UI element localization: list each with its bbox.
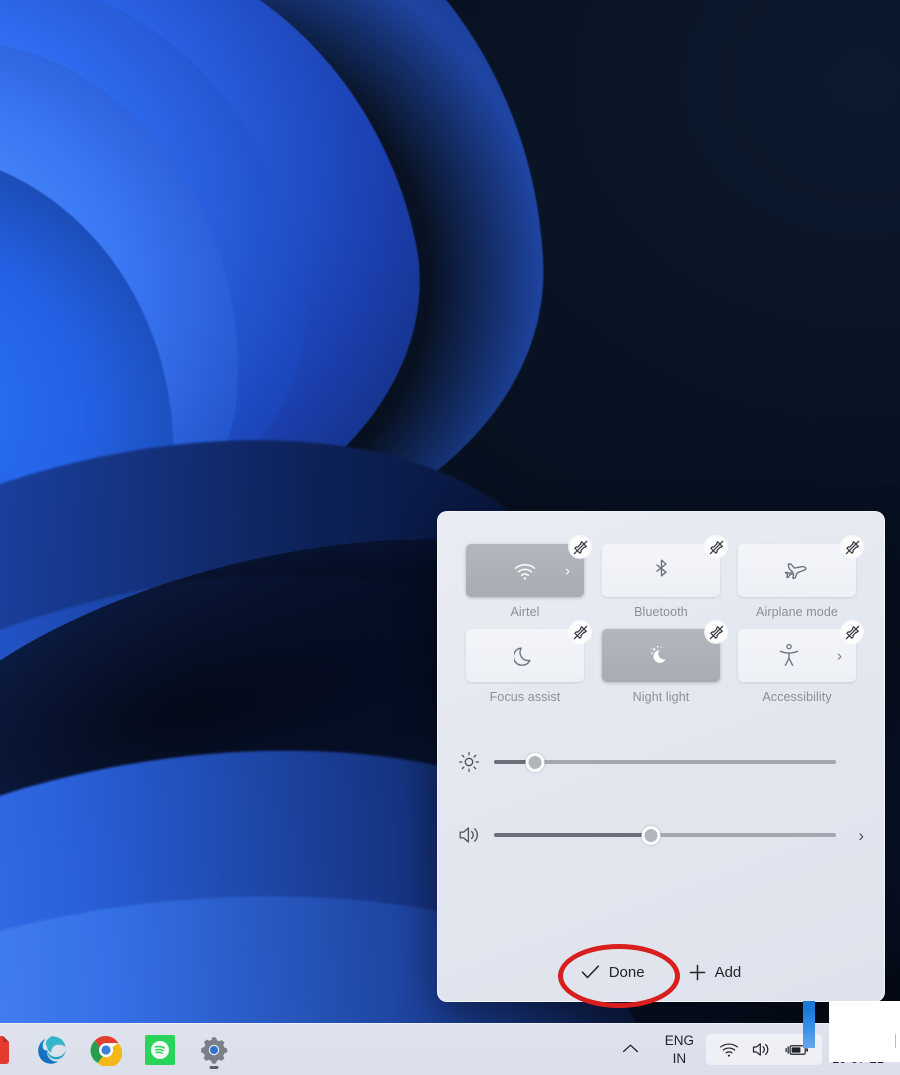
unpin-icon[interactable] bbox=[704, 535, 728, 559]
quick-tile-focus-assist: Focus assist bbox=[458, 620, 592, 704]
brightness-icon bbox=[458, 751, 494, 773]
moon-icon bbox=[514, 644, 536, 668]
volume-icon bbox=[752, 1041, 772, 1058]
airplane-icon bbox=[784, 559, 810, 583]
check-icon bbox=[581, 964, 600, 980]
accessibility-tile-button[interactable]: › bbox=[738, 620, 864, 682]
add-label: Add bbox=[714, 963, 742, 981]
wifi-icon bbox=[513, 561, 537, 581]
wifi-tile-button[interactable]: › bbox=[466, 535, 592, 597]
unpin-icon[interactable] bbox=[704, 620, 728, 644]
accessibility-chevron-icon[interactable]: › bbox=[837, 648, 842, 663]
bluetooth-tile-button[interactable] bbox=[602, 535, 728, 597]
bluetooth-tile-label: Bluetooth bbox=[634, 605, 688, 619]
accessibility-tile-label: Accessibility bbox=[762, 690, 832, 704]
wifi-tile-label: Airtel bbox=[510, 605, 540, 619]
plus-icon bbox=[689, 964, 706, 981]
quick-tile-accessibility: › Accessibility bbox=[730, 620, 864, 704]
airplane-tile-button[interactable] bbox=[738, 535, 864, 597]
language-line-2: IN bbox=[672, 1050, 687, 1066]
unpin-icon[interactable] bbox=[840, 620, 864, 644]
done-label: Done bbox=[608, 963, 645, 981]
quick-settings-tile-grid: › Airtel Bluetooth Airplane mode Focus a… bbox=[438, 512, 884, 704]
language-indicator[interactable]: ENG IN bbox=[653, 1032, 706, 1067]
quick-tile-night-light: Night light bbox=[594, 620, 728, 704]
settings-gear-icon[interactable] bbox=[192, 1028, 236, 1072]
focus-assist-tile-label: Focus assist bbox=[489, 690, 561, 704]
quick-settings-panel: › Airtel Bluetooth Airplane mode Focus a… bbox=[437, 511, 885, 1002]
taskbar: ? bbox=[0, 1023, 900, 1075]
unpin-icon[interactable] bbox=[568, 620, 592, 644]
night-light-tile-button[interactable] bbox=[602, 620, 728, 682]
volume-slider-row: › bbox=[438, 815, 884, 855]
taskbar-app-list: ? bbox=[0, 1028, 236, 1072]
white-overlay-artifact bbox=[829, 1001, 900, 1062]
brightness-slider-row bbox=[438, 742, 884, 782]
text-caret-artifact bbox=[803, 1008, 815, 1048]
quick-settings-footer: Done Add bbox=[438, 943, 884, 1001]
red-app-icon[interactable]: ? bbox=[0, 1028, 20, 1072]
night-light-tile-label: Night light bbox=[632, 690, 690, 704]
quick-tile-bluetooth: Bluetooth bbox=[594, 535, 728, 619]
volume-fill bbox=[494, 833, 652, 837]
volume-icon bbox=[458, 824, 494, 846]
brightness-slider[interactable] bbox=[494, 752, 836, 772]
volume-chevron-icon[interactable]: › bbox=[836, 827, 864, 844]
quick-tile-wifi: › Airtel bbox=[458, 535, 592, 619]
add-button[interactable]: Add bbox=[681, 959, 750, 986]
brightness-track bbox=[494, 760, 836, 764]
quick-tile-airplane: Airplane mode bbox=[730, 535, 864, 619]
overlay-divider bbox=[895, 1034, 896, 1048]
wifi-icon bbox=[719, 1042, 739, 1058]
app-running-indicator bbox=[209, 1065, 219, 1069]
done-button[interactable]: Done bbox=[573, 959, 653, 986]
focus-assist-tile-button[interactable] bbox=[466, 620, 592, 682]
spotify-icon[interactable] bbox=[138, 1028, 182, 1072]
unpin-icon[interactable] bbox=[568, 535, 592, 559]
airplane-tile-label: Airplane mode bbox=[756, 605, 838, 619]
wifi-chevron-icon[interactable]: › bbox=[565, 563, 570, 578]
chevron-up-icon[interactable] bbox=[608, 1042, 653, 1058]
accessibility-icon bbox=[778, 643, 800, 668]
chrome-icon[interactable] bbox=[84, 1028, 128, 1072]
language-line-1: ENG bbox=[664, 1033, 694, 1049]
brightness-thumb[interactable] bbox=[525, 752, 545, 772]
volume-slider[interactable] bbox=[494, 825, 836, 845]
volume-thumb[interactable] bbox=[641, 825, 661, 845]
bluetooth-icon bbox=[653, 558, 670, 584]
edge-icon[interactable] bbox=[30, 1028, 74, 1072]
unpin-icon[interactable] bbox=[840, 535, 864, 559]
night-light-icon bbox=[648, 643, 674, 669]
